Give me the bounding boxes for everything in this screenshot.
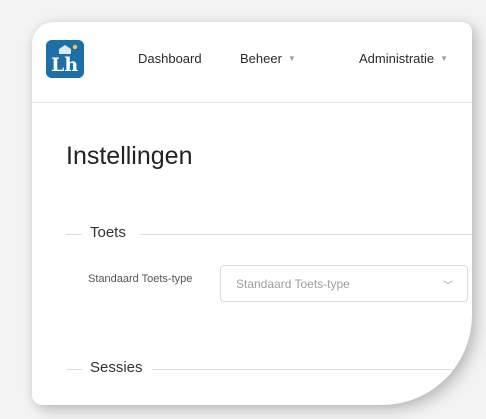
- app-logo[interactable]: Lh: [46, 40, 84, 78]
- nav-item-label: Administratie: [359, 51, 435, 66]
- field-label-toets-type: Standaard Toets-type: [88, 273, 193, 285]
- section-divider: [152, 369, 472, 370]
- select-placeholder: Standaard Toets-type: [236, 277, 350, 291]
- main-card: Lh Dashboard Beheer ▼ Administratie ▼ In…: [32, 22, 472, 405]
- nav-item-administratie[interactable]: Administratie ▼: [359, 51, 448, 66]
- nav-item-dashboard[interactable]: Dashboard: [138, 51, 202, 66]
- svg-text:Lh: Lh: [51, 54, 78, 76]
- section-divider: [66, 369, 82, 370]
- toets-type-select[interactable]: Standaard Toets-type ﹀: [220, 265, 468, 302]
- caret-down-icon: ▼: [287, 54, 296, 63]
- caret-down-icon: ▼: [440, 54, 449, 63]
- section-divider: [140, 234, 472, 235]
- section-divider: [66, 234, 82, 235]
- section-title-sessies: Sessies: [90, 359, 143, 376]
- page-title: Instellingen: [66, 142, 193, 170]
- chevron-down-icon: ﹀: [443, 281, 453, 292]
- section-title-toets: Toets: [90, 224, 126, 241]
- logo-mark-icon: Lh: [46, 40, 84, 78]
- nav-item-label: Beheer: [240, 51, 282, 66]
- top-navbar: Lh Dashboard Beheer ▼ Administratie ▼: [32, 22, 472, 103]
- nav-item-beheer[interactable]: Beheer ▼: [240, 51, 296, 66]
- nav-item-label: Dashboard: [138, 51, 202, 66]
